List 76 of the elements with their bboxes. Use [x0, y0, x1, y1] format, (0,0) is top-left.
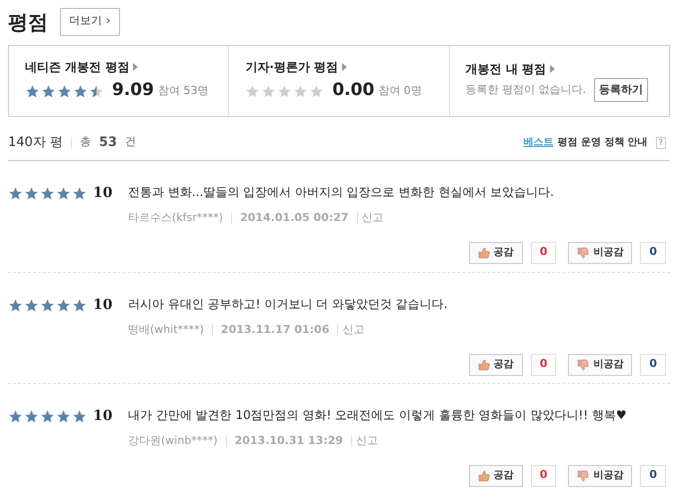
star-icon [40, 186, 55, 201]
like-button[interactable]: 공감 [468, 242, 523, 264]
star-icon [72, 409, 87, 424]
rating-title[interactable]: 네티즌 개봉전 평점 [25, 58, 130, 76]
dislike-count: 0 [640, 242, 666, 264]
review-author: 타르수스(kfsr****) [128, 210, 224, 226]
star-icon [41, 84, 56, 98]
star-icon [25, 84, 40, 98]
review-text: 러시아 유대인 공부하고! 이거보니 더 와닿았던것 같습니다. [128, 296, 448, 313]
like-count: 0 [530, 464, 556, 486]
review-text: 내가 간만에 발견한 10점만점의 영화! 오래전에도 이렇게 훌륭한 영화들이 많았다니!! 행복♥ [128, 407, 627, 424]
caret-icon [342, 63, 348, 72]
rating-title[interactable]: 기자·평론가 평점 [245, 58, 338, 76]
like-count: 0 [530, 242, 556, 264]
help-button[interactable]: ? [656, 136, 666, 148]
review-author: 강다원(winb****) [128, 433, 218, 449]
thumbs-up-icon [478, 470, 490, 482]
thumbs-down-icon [577, 470, 590, 482]
review-score: 10 [93, 184, 112, 203]
star-icon [24, 298, 39, 313]
star-icon [245, 84, 260, 98]
star-icon [8, 186, 23, 201]
star-icon [24, 186, 39, 201]
thumbs-down-icon [577, 358, 590, 370]
caret-icon [550, 65, 556, 73]
star-icon [89, 84, 104, 98]
rating-title[interactable]: 개봉전 내 평점 [466, 60, 546, 78]
star-icon [40, 298, 55, 313]
star-icon [277, 84, 292, 98]
star-icon [293, 84, 308, 98]
dislike-count: 0 [640, 464, 666, 486]
review-author: 떵배(whit****) [128, 322, 204, 338]
participant-count: 참여 53명 [158, 82, 208, 99]
review-score: 10 [93, 296, 112, 315]
dislike-button[interactable]: 비공감 [568, 242, 632, 264]
policy-link[interactable]: 평점 운영 정책 안내 [557, 135, 648, 150]
star-icon [309, 84, 324, 98]
arrow-icon: › [106, 13, 111, 30]
star-icon [40, 409, 55, 424]
star-icon [73, 84, 88, 98]
thumbs-up-icon [478, 358, 490, 370]
review-date: 2013.10.31 13:29 [234, 433, 344, 449]
thumbs-up-icon [478, 246, 490, 258]
review-score: 10 [93, 407, 112, 426]
review-text: 전통과 변화...딸들의 입장에서 아버지의 입장으로 변화한 현실에서 보았습니다. [128, 184, 554, 201]
star-icon [56, 186, 71, 201]
total-count: 53 [98, 134, 118, 152]
star-icon [56, 298, 71, 313]
rating-score: 0.00 [332, 79, 374, 102]
star-icon [57, 84, 72, 98]
total-unit: 건 [125, 134, 136, 150]
register-button[interactable]: 등록하기 [594, 78, 648, 102]
total-label: 총 [80, 134, 91, 150]
star-icon [261, 84, 276, 98]
like-button[interactable]: 공감 [468, 464, 523, 486]
star-icon [72, 298, 87, 313]
star-icon [72, 186, 87, 201]
dislike-button[interactable]: 비공감 [568, 464, 632, 486]
caret-icon [133, 63, 138, 72]
thumbs-down-icon [577, 246, 590, 258]
star-icon [8, 298, 23, 313]
star-icon [24, 409, 39, 424]
participant-count: 참여 0명 [378, 82, 422, 99]
section-title: 평점 [8, 8, 48, 36]
list-title: 140자 평 [8, 134, 63, 152]
empty-message: 등록한 평점이 없습니다. [466, 82, 586, 98]
review-date: 2013.11.17 01:06 [220, 322, 330, 338]
like-button[interactable]: 공감 [468, 354, 523, 376]
star-icon [8, 409, 23, 424]
review-date: 2014.01.05 00:27 [240, 210, 349, 226]
like-count: 0 [530, 354, 556, 376]
dislike-count: 0 [640, 354, 666, 376]
more-button[interactable]: 더보기 › [60, 8, 120, 36]
dislike-button[interactable]: 비공감 [568, 354, 632, 376]
rating-score: 9.09 [112, 79, 154, 102]
star-icon [56, 409, 71, 424]
